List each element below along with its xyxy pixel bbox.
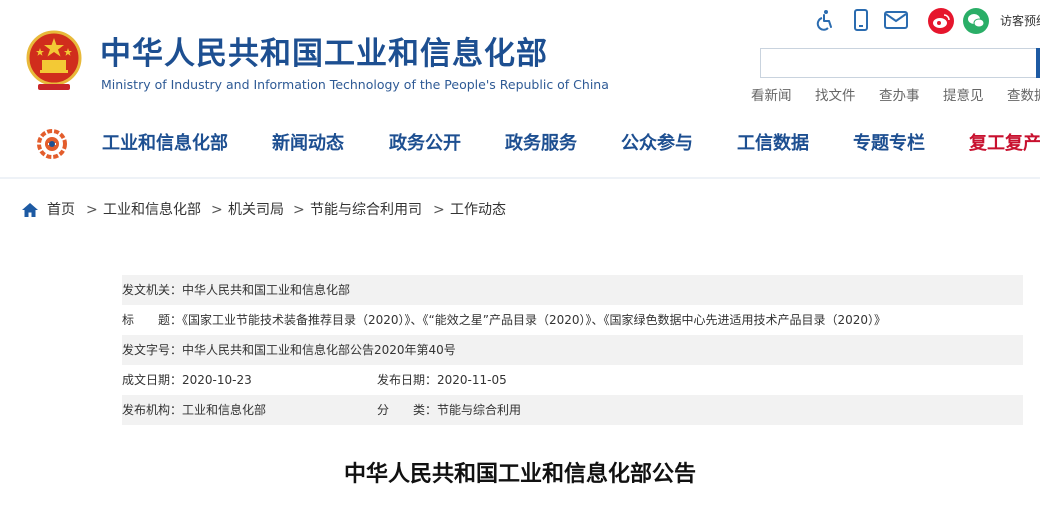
wechat-icon[interactable] <box>963 8 989 34</box>
search-button[interactable] <box>1036 48 1040 78</box>
info-published-date: 发布日期：2020-11-05 <box>377 373 507 387</box>
info-category: 分 类：节能与综合利用 <box>377 403 522 417</box>
quick-link-feedback[interactable]: 提意见 <box>943 88 984 104</box>
weibo-icon[interactable] <box>928 8 954 34</box>
breadcrumb-home[interactable]: 首页 <box>47 201 75 219</box>
home-icon[interactable] <box>22 203 38 217</box>
miit-logo-icon[interactable] <box>36 128 68 160</box>
nav-item-public-info[interactable]: 政务公开 <box>389 132 461 156</box>
nav-item-news[interactable]: 新闻动态 <box>272 132 344 156</box>
nav-item-topics[interactable]: 专题专栏 <box>853 132 925 156</box>
info-row-title: 标 题：《国家工业节能技术装备推荐目录（2020）》、《“能效之星”产品目录（2… <box>122 305 1023 335</box>
info-title: 标 题：《国家工业节能技术装备推荐目录（2020）》、《“能效之星”产品目录（2… <box>122 313 887 327</box>
breadcrumb-separator: > <box>293 202 305 218</box>
info-issuer: 发文机关：中华人民共和国工业和信息化部 <box>122 283 351 297</box>
search-input[interactable] <box>760 48 1040 78</box>
breadcrumb-separator: > <box>433 202 445 218</box>
mobile-icon[interactable] <box>849 8 873 32</box>
breadcrumb-separator: > <box>86 202 98 218</box>
info-row-publisher: 发布机构：工业和信息化部 分 类：节能与综合利用 <box>122 395 1023 425</box>
info-row-issuer: 发文机关：中华人民共和国工业和信息化部 <box>122 275 1023 305</box>
site-title[interactable]: 中华人民共和国工业和信息化部 <box>100 36 548 72</box>
quick-link-documents[interactable]: 找文件 <box>815 88 856 104</box>
info-publisher: 发布机构：工业和信息化部 <box>122 403 267 417</box>
accessibility-icon[interactable] <box>814 8 838 32</box>
info-row-dates: 成文日期：2020-10-23 发布日期：2020-11-05 <box>122 365 1023 395</box>
nav-item-resumption[interactable]: 复工复产 <box>969 132 1040 156</box>
info-doc-no: 发文字号：中华人民共和国工业和信息化部公告2020年第40号 <box>122 343 456 357</box>
breadcrumb-energy-dept[interactable]: 节能与综合利用司 <box>310 201 422 219</box>
site-subtitle: Ministry of Industry and Information Tec… <box>101 77 609 92</box>
breadcrumb-departments[interactable]: 机关司局 <box>228 201 284 219</box>
quick-link-services[interactable]: 查办事 <box>879 88 920 104</box>
info-row-doc-no: 发文字号：中华人民共和国工业和信息化部公告2020年第40号 <box>122 335 1023 365</box>
quick-link-data[interactable]: 查数据 <box>1007 88 1040 104</box>
info-created-date: 成文日期：2020-10-23 <box>122 373 252 387</box>
breadcrumb-separator: > <box>211 202 223 218</box>
national-emblem-icon <box>26 30 82 90</box>
nav-item-participation[interactable]: 公众参与 <box>621 132 693 156</box>
nav-item-data[interactable]: 工信数据 <box>737 132 809 156</box>
breadcrumb-work-news[interactable]: 工作动态 <box>450 201 506 219</box>
nav-item-ministry[interactable]: 工业和信息化部 <box>102 132 228 156</box>
breadcrumb-ministry[interactable]: 工业和信息化部 <box>103 201 201 219</box>
article-title: 中华人民共和国工业和信息化部公告 <box>343 462 696 487</box>
mail-icon[interactable] <box>884 8 908 32</box>
visitor-appointment-link[interactable]: 访客预约 <box>1000 13 1040 29</box>
nav-item-services[interactable]: 政务服务 <box>505 132 577 156</box>
quick-link-news[interactable]: 看新闻 <box>751 88 792 104</box>
nav-divider <box>0 177 1040 179</box>
